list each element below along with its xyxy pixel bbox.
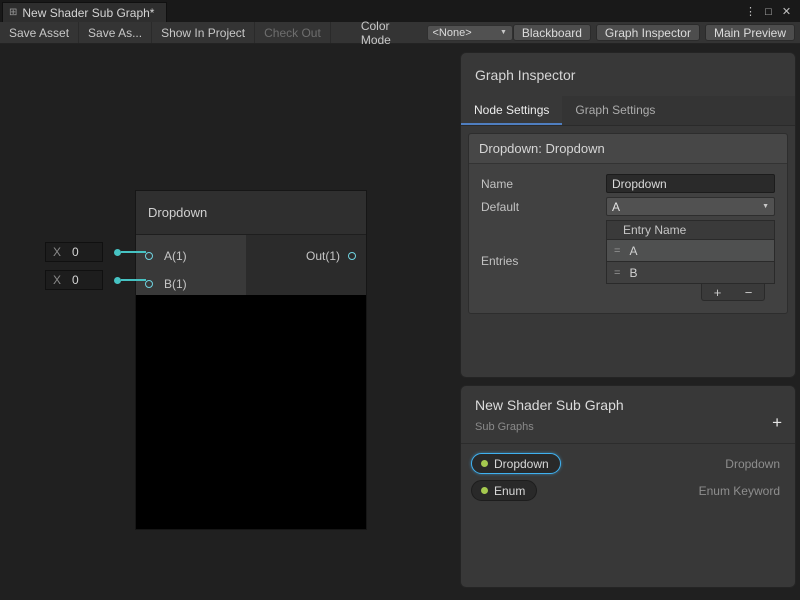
blackboard-panel: New Shader Sub Graph Sub Graphs + Dropdo…: [460, 385, 796, 588]
property-pill-enum[interactable]: Enum: [471, 480, 537, 501]
remove-entry-button[interactable]: −: [745, 286, 753, 299]
input-b-value-field[interactable]: X 0: [45, 270, 103, 290]
tab-graph-settings[interactable]: Graph Settings: [562, 96, 668, 125]
default-value: A: [612, 200, 620, 214]
close-icon[interactable]: ✕: [779, 5, 794, 18]
input-port-a-icon[interactable]: [145, 252, 153, 260]
node-title: Dropdown: [148, 205, 207, 220]
property-type-label: Enum Keyword: [699, 484, 785, 498]
name-input[interactable]: [606, 174, 775, 193]
graph-inspector-panel: Graph Inspector Node Settings Graph Sett…: [460, 52, 796, 378]
entry-name: B: [629, 266, 637, 280]
tab-node-settings[interactable]: Node Settings: [461, 96, 562, 125]
value-port-stub-icon: [114, 249, 121, 256]
inspector-tabs: Node Settings Graph Settings: [461, 96, 795, 126]
save-as-button[interactable]: Save As...: [79, 22, 152, 43]
add-property-button[interactable]: +: [772, 413, 782, 433]
x-component-value[interactable]: 0: [72, 273, 79, 287]
blackboard-rows: Dropdown Dropdown Enum Enum Keyword: [461, 444, 795, 510]
node-input-column: [136, 235, 246, 295]
name-label: Name: [481, 177, 606, 191]
toolbar: Save Asset Save As... Show In Project Ch…: [0, 22, 800, 44]
entries-list-footer: + −: [701, 284, 765, 301]
node-settings-section: Dropdown: Dropdown Name Default A ▼ Entr…: [468, 133, 788, 314]
blackboard-toggle-button[interactable]: Blackboard: [513, 24, 591, 41]
input-port-b-icon[interactable]: [145, 280, 153, 288]
edge-wire: [121, 279, 146, 281]
window-controls: ⋮ □ ✕: [743, 5, 800, 22]
dropdown-node[interactable]: Dropdown A(1) B(1) Out(1): [135, 190, 367, 530]
entries-list-header: Entry Name: [606, 220, 775, 240]
graph-inspector-toggle-button[interactable]: Graph Inspector: [596, 24, 700, 41]
show-in-project-button[interactable]: Show In Project: [152, 22, 255, 43]
property-name: Dropdown: [494, 457, 549, 471]
default-label: Default: [481, 200, 606, 214]
main-preview-toggle-button[interactable]: Main Preview: [705, 24, 795, 41]
add-entry-button[interactable]: +: [714, 286, 722, 299]
exposed-dot-icon: [481, 487, 488, 494]
maximize-icon[interactable]: □: [761, 6, 776, 18]
x-component-label: X: [53, 273, 61, 287]
property-name: Enum: [494, 484, 525, 498]
node-header[interactable]: Dropdown: [136, 191, 366, 235]
output-port-icon[interactable]: [348, 252, 356, 260]
edge-wire: [121, 251, 146, 253]
node-port-area: A(1) B(1) Out(1): [136, 235, 366, 295]
node-preview: [136, 295, 366, 529]
entries-list: Entry Name = A = B + −: [606, 220, 775, 301]
entry-row-b[interactable]: = B: [606, 262, 775, 284]
entry-name: A: [629, 244, 637, 258]
shader-graph-icon: ⊞: [9, 7, 17, 18]
toolbar-right-group: Blackboard Graph Inspector Main Preview: [513, 24, 800, 41]
property-row: Dropdown Dropdown: [471, 453, 785, 474]
input-port-a-label: A(1): [164, 249, 187, 263]
exposed-dot-icon: [481, 460, 488, 467]
property-row: Enum Enum Keyword: [471, 480, 785, 501]
chevron-down-icon: ▼: [500, 29, 507, 36]
blackboard-subtitle: Sub Graphs: [475, 421, 781, 433]
section-title: Dropdown: Dropdown: [469, 134, 787, 164]
output-port-label: Out(1): [306, 249, 340, 263]
drag-handle-icon[interactable]: =: [614, 245, 620, 257]
document-tab[interactable]: ⊞ New Shader Sub Graph*: [2, 2, 167, 22]
value-port-stub-icon: [114, 277, 121, 284]
inspector-title: Graph Inspector: [461, 53, 795, 96]
color-mode-dropdown[interactable]: <None> ▼: [427, 25, 513, 41]
check-out-button: Check Out: [255, 22, 331, 43]
blackboard-header: New Shader Sub Graph Sub Graphs +: [461, 386, 795, 444]
chevron-down-icon: ▼: [762, 203, 769, 210]
x-component-value[interactable]: 0: [72, 245, 79, 259]
inspector-content: Dropdown: Dropdown Name Default A ▼ Entr…: [461, 126, 795, 321]
x-component-label: X: [53, 245, 61, 259]
tab-title: New Shader Sub Graph*: [22, 6, 154, 20]
color-mode-label: Color Mode: [361, 19, 427, 47]
input-port-b-label: B(1): [164, 277, 187, 291]
property-type-label: Dropdown: [725, 457, 785, 471]
default-dropdown[interactable]: A ▼: [606, 197, 775, 216]
save-asset-button[interactable]: Save Asset: [0, 22, 79, 43]
entries-label: Entries: [481, 254, 606, 268]
input-a-value-field[interactable]: X 0: [45, 242, 103, 262]
drag-handle-icon[interactable]: =: [614, 267, 620, 279]
property-pill-dropdown[interactable]: Dropdown: [471, 453, 561, 474]
blackboard-title: New Shader Sub Graph: [475, 397, 781, 413]
color-mode-value: <None>: [433, 27, 472, 39]
window-menu-icon[interactable]: ⋮: [743, 5, 758, 18]
entry-row-a[interactable]: = A: [606, 240, 775, 262]
